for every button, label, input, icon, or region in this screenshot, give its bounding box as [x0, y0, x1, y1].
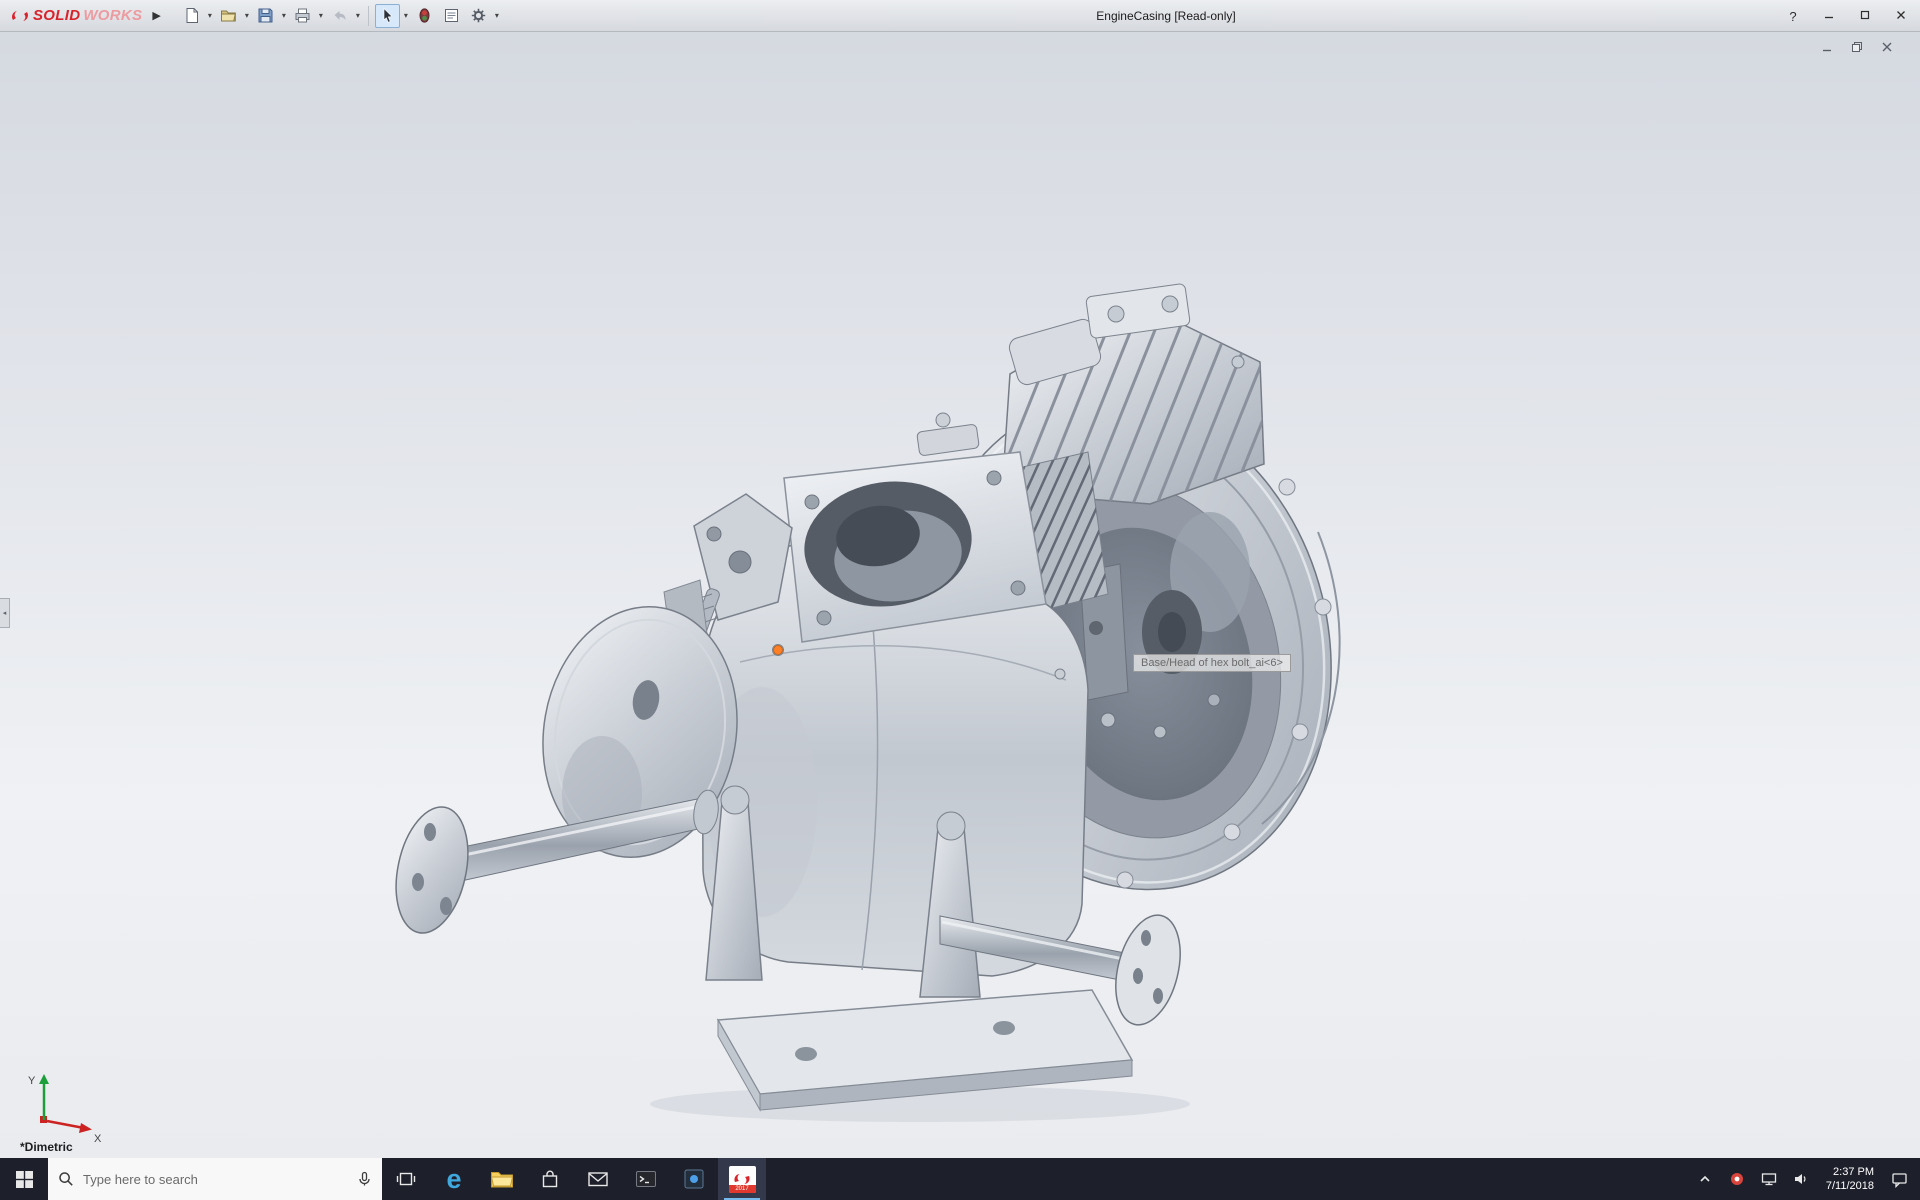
tray-app-icon: [1730, 1172, 1744, 1186]
triad-x-label: X: [94, 1133, 102, 1145]
task-view-button[interactable]: [382, 1158, 430, 1200]
new-document-button[interactable]: [179, 4, 204, 28]
pinned-app-button[interactable]: [670, 1158, 718, 1200]
rebuild-button[interactable]: [412, 4, 437, 28]
system-tray: 2:37 PM 7/11/2018: [1692, 1158, 1920, 1200]
chevron-up-icon: [1698, 1172, 1712, 1186]
minimize-window-button[interactable]: [1820, 9, 1838, 24]
store-button[interactable]: [526, 1158, 574, 1200]
dropdown-arrow[interactable]: ▾: [402, 11, 410, 20]
search-icon: [58, 1171, 74, 1187]
action-center-button[interactable]: [1886, 1158, 1912, 1200]
component-tooltip: Base/Head of hex bolt_ai<6>: [1133, 654, 1291, 672]
solidworks-logo-icon: [10, 8, 30, 24]
engine-casing-model[interactable]: Y X: [0, 32, 1920, 1158]
clock-time: 2:37 PM: [1826, 1165, 1874, 1179]
undo-icon: [331, 7, 348, 24]
file-properties-icon: [443, 7, 460, 24]
reference-triad: Y X: [28, 1074, 102, 1145]
doc-minimize-icon: [1820, 40, 1834, 54]
command-prompt-button[interactable]: [622, 1158, 670, 1200]
mail-button[interactable]: [574, 1158, 622, 1200]
screen: SOLIDWORKS ▶ ▾ ▾: [0, 0, 1920, 1200]
maximize-icon: [1859, 9, 1871, 21]
speaker-icon: [1793, 1171, 1809, 1187]
doc-close-icon: [1880, 40, 1894, 54]
network-icon: [1761, 1171, 1777, 1187]
undo-button[interactable]: [327, 4, 352, 28]
doc-restore-icon: [1850, 40, 1864, 54]
3d-viewport[interactable]: ◂: [0, 32, 1920, 1158]
edge-icon: e: [446, 1166, 461, 1193]
solidworks-version-badge: 2017: [729, 1185, 756, 1193]
open-folder-icon: [220, 7, 237, 24]
command-prompt-icon: [635, 1169, 657, 1189]
dropdown-arrow[interactable]: ▾: [206, 11, 214, 20]
window-controls: ?: [1784, 0, 1910, 32]
task-view-icon: [396, 1169, 416, 1189]
save-button[interactable]: [253, 4, 278, 28]
file-properties-button[interactable]: [439, 4, 464, 28]
selected-point-marker: [774, 646, 783, 655]
doc-restore-button[interactable]: [1850, 40, 1864, 54]
standard-toolbar: ▾ ▾ ▾: [171, 4, 501, 28]
new-document-icon: [183, 7, 200, 24]
solidworks-logo: SOLIDWORKS: [0, 7, 148, 24]
minimize-icon: [1823, 9, 1835, 21]
titlebar: SOLIDWORKS ▶ ▾ ▾: [0, 0, 1920, 32]
windows-logo-icon: [16, 1171, 33, 1188]
solidworks-taskbar-button[interactable]: 2017: [718, 1158, 766, 1200]
brand-solid-text: SOLID: [33, 7, 80, 24]
help-button[interactable]: ?: [1784, 9, 1802, 24]
mail-envelope-icon: [587, 1170, 609, 1188]
file-explorer-icon: [490, 1169, 514, 1189]
pinned-app-icon: [683, 1168, 705, 1190]
windows-taskbar: e: [0, 1158, 1920, 1200]
start-button[interactable]: [0, 1158, 48, 1200]
options-button[interactable]: [466, 4, 491, 28]
close-window-button[interactable]: [1892, 9, 1910, 24]
store-bag-icon: [540, 1169, 560, 1189]
clock-date: 7/11/2018: [1826, 1179, 1874, 1193]
rebuild-traffic-light-icon: [416, 7, 433, 24]
tray-app-button[interactable]: [1724, 1158, 1750, 1200]
document-window-controls: [1820, 40, 1894, 54]
edge-button[interactable]: e: [430, 1158, 478, 1200]
dropdown-arrow[interactable]: ▾: [280, 11, 288, 20]
brand-works-text: WORKS: [83, 7, 142, 24]
dropdown-arrow[interactable]: ▾: [493, 11, 501, 20]
solidworks-glyph: [733, 1172, 751, 1186]
dropdown-arrow[interactable]: ▾: [243, 11, 251, 20]
microphone-icon[interactable]: [357, 1171, 372, 1187]
doc-close-button[interactable]: [1880, 40, 1894, 54]
show-hidden-icons-button[interactable]: [1692, 1158, 1718, 1200]
taskbar-search[interactable]: [48, 1158, 382, 1200]
options-gear-icon: [470, 7, 487, 24]
toolbar-separator: [368, 6, 369, 26]
view-orientation-label: *Dimetric: [20, 1140, 73, 1154]
triad-y-label: Y: [28, 1075, 36, 1087]
left-axle[interactable]: [385, 789, 721, 940]
solidworks-app-icon: 2017: [729, 1166, 756, 1193]
search-input[interactable]: [83, 1172, 348, 1187]
doc-minimize-button[interactable]: [1820, 40, 1834, 54]
select-button[interactable]: [375, 4, 400, 28]
maximize-window-button[interactable]: [1856, 9, 1874, 24]
action-center-icon: [1891, 1171, 1908, 1188]
panel-expand-tab[interactable]: ◂: [0, 598, 10, 628]
open-button[interactable]: [216, 4, 241, 28]
print-icon: [294, 7, 311, 24]
print-button[interactable]: [290, 4, 315, 28]
network-button[interactable]: [1756, 1158, 1782, 1200]
dropdown-arrow[interactable]: ▾: [317, 11, 325, 20]
taskbar-clock[interactable]: 2:37 PM 7/11/2018: [1820, 1165, 1880, 1193]
dropdown-arrow[interactable]: ▾: [354, 11, 362, 20]
volume-button[interactable]: [1788, 1158, 1814, 1200]
select-cursor-icon: [379, 7, 396, 24]
file-explorer-button[interactable]: [478, 1158, 526, 1200]
close-icon: [1895, 9, 1907, 21]
save-icon: [257, 7, 274, 24]
menu-expand-arrow[interactable]: ▶: [148, 9, 170, 22]
window-title: EngineCasing [Read-only]: [1096, 0, 1235, 32]
